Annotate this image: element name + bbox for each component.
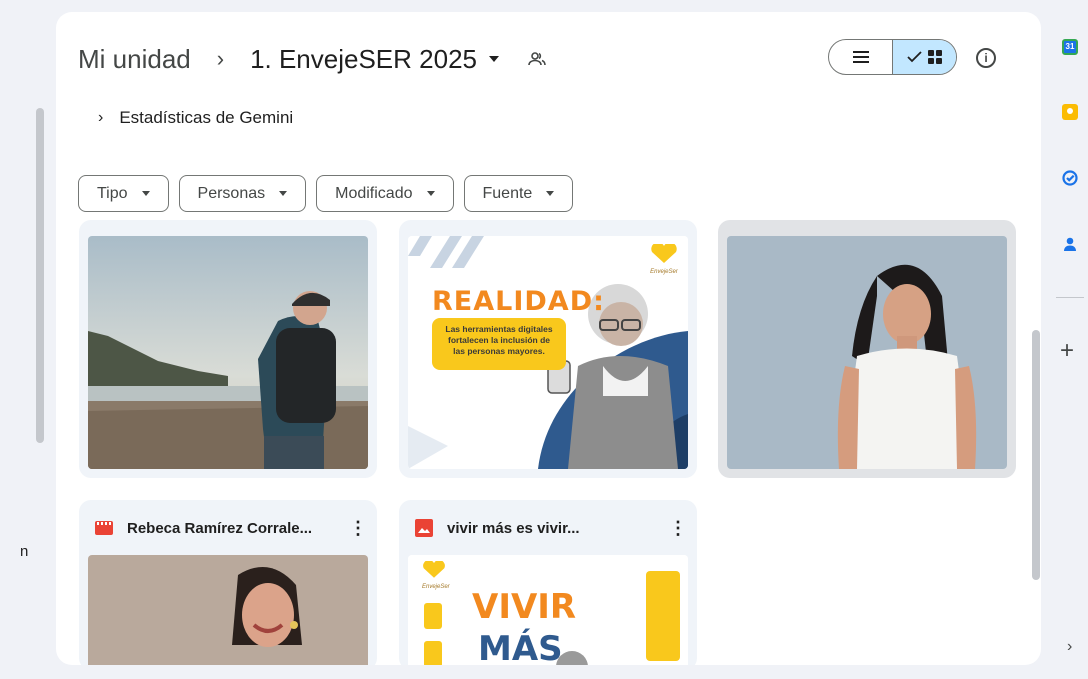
- video-still-image: [727, 236, 1007, 469]
- chevron-right-icon: ›: [98, 109, 104, 126]
- poster-logo: EnvejeSer: [650, 242, 678, 275]
- calendar-day: 31: [1065, 42, 1075, 51]
- side-panel-rail: 31 + ›: [1041, 0, 1088, 679]
- left-rail-text: n: [20, 543, 29, 560]
- file-thumbnail[interactable]: [88, 555, 368, 665]
- folder-menu-caret-icon[interactable]: [489, 56, 499, 62]
- breadcrumb: Mi unidad › 1. EnvejeSER 2025: [78, 42, 547, 76]
- shared-folder-icon: [528, 52, 546, 66]
- contacts-icon[interactable]: [1062, 236, 1078, 252]
- poster-brand: EnvejeSer: [650, 269, 678, 275]
- gemini-insights-toggle[interactable]: › Estadísticas de Gemini: [98, 108, 293, 128]
- grid-icon: [927, 50, 942, 64]
- calendar-icon[interactable]: 31: [1062, 39, 1078, 55]
- file-card-header: Rebeca Ramírez Corrale... ⋮: [95, 517, 367, 539]
- file-card[interactable]: EnvejeSer REALIDAD: Las herramientas dig…: [399, 220, 697, 478]
- left-rail: n: [0, 0, 56, 679]
- filter-chips: Tipo Personas Modificado Fuente: [78, 175, 574, 212]
- add-apps-icon[interactable]: +: [1060, 337, 1074, 365]
- heart-logo-icon: [651, 242, 677, 263]
- caret-down-icon: [141, 191, 150, 196]
- check-icon: [906, 51, 922, 63]
- more-actions-icon[interactable]: ⋮: [349, 518, 367, 539]
- beach-photo-image: [88, 236, 368, 469]
- breadcrumb-separator: ›: [216, 46, 225, 71]
- info-icon[interactable]: i: [976, 48, 996, 68]
- file-card[interactable]: vivir más es vivir... ⋮ EnvejeSer VIVIR …: [399, 500, 697, 665]
- file-name[interactable]: Rebeca Ramírez Corrale...: [127, 520, 349, 537]
- list-view-button[interactable]: [829, 40, 893, 74]
- poster-body-line: Las herramientas digitales: [445, 324, 553, 334]
- filter-source[interactable]: Fuente: [463, 175, 574, 212]
- file-card[interactable]: Rebeca Ramírez Corrale... ⋮: [79, 500, 377, 665]
- list-icon: [852, 51, 869, 63]
- file-thumbnail[interactable]: [88, 236, 368, 469]
- poster-line2: MÁS: [478, 629, 563, 665]
- breadcrumb-current-folder[interactable]: 1. EnvejeSER 2025: [250, 44, 477, 75]
- keep-icon[interactable]: [1062, 104, 1078, 120]
- poster-logo: EnvejeSer: [422, 559, 450, 590]
- video-still-image: [88, 555, 368, 665]
- file-name[interactable]: vivir más es vivir...: [447, 520, 669, 537]
- poster-body-line: fortalecen la inclusión de: [447, 335, 551, 345]
- caret-down-icon: [279, 191, 288, 196]
- file-thumbnail[interactable]: [727, 236, 1007, 469]
- file-thumbnail[interactable]: EnvejeSer VIVIR MÁS: [408, 555, 688, 665]
- poster-body: Las herramientas digitales fortalecen la…: [434, 324, 564, 357]
- filter-source-label: Fuente: [482, 184, 533, 202]
- file-card-header: vivir más es vivir... ⋮: [415, 517, 687, 539]
- caret-down-icon: [546, 191, 555, 196]
- filter-type[interactable]: Tipo: [78, 175, 169, 212]
- heart-logo-icon: [423, 559, 445, 578]
- filter-modified[interactable]: Modificado: [316, 175, 454, 212]
- image-icon: [415, 519, 433, 537]
- main-panel: Mi unidad › 1. EnvejeSER 2025 i › Estadí…: [56, 12, 1041, 665]
- grid-view-button[interactable]: [893, 40, 956, 74]
- filter-type-label: Tipo: [97, 184, 128, 202]
- view-toggle: [828, 39, 957, 75]
- poster-title: REALIDAD:: [432, 286, 605, 317]
- breadcrumb-root[interactable]: Mi unidad: [78, 44, 191, 75]
- caret-down-icon: [426, 191, 435, 196]
- main-scrollbar[interactable]: [1032, 330, 1040, 580]
- filter-people[interactable]: Personas: [178, 175, 307, 212]
- video-icon: [95, 521, 113, 535]
- left-scrollbar[interactable]: [36, 108, 44, 443]
- rail-divider: [1056, 297, 1084, 298]
- more-actions-icon[interactable]: ⋮: [669, 518, 687, 539]
- file-thumbnail[interactable]: EnvejeSer REALIDAD: Las herramientas dig…: [408, 236, 688, 469]
- file-card[interactable]: [79, 220, 377, 478]
- poster-brand: EnvejeSer: [422, 584, 450, 590]
- filter-modified-label: Modificado: [335, 184, 413, 202]
- gemini-insights-label: Estadísticas de Gemini: [119, 108, 294, 127]
- filter-people-label: Personas: [197, 184, 266, 202]
- file-card-selected[interactable]: [718, 220, 1016, 478]
- poster-body-line: las personas mayores.: [453, 346, 545, 356]
- tasks-icon[interactable]: [1062, 170, 1078, 186]
- expand-panel-icon[interactable]: ›: [1067, 638, 1072, 656]
- poster-line1: VIVIR: [472, 587, 577, 627]
